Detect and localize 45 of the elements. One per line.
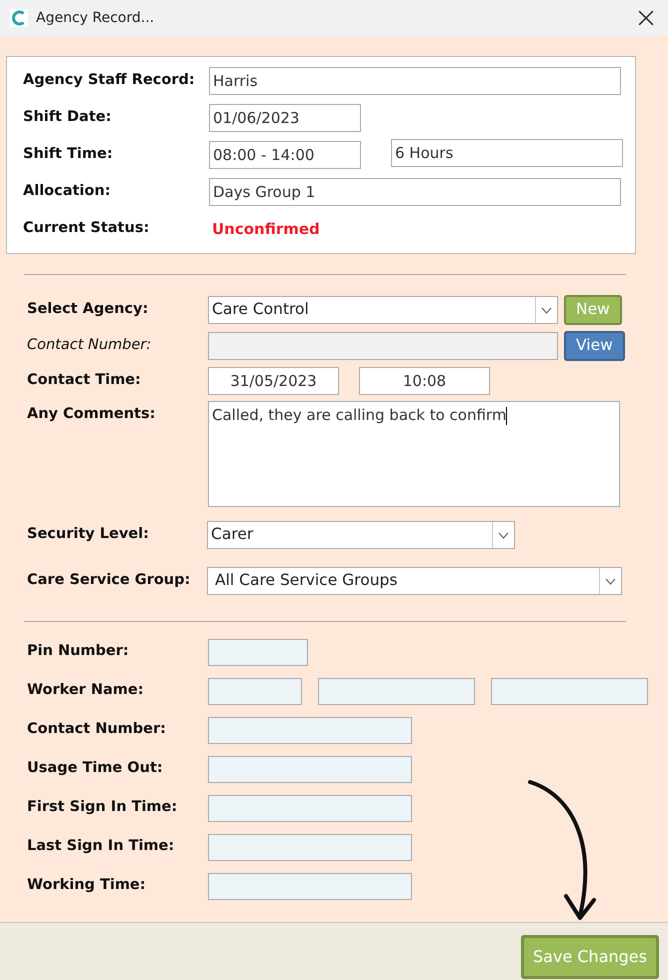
text-field[interactable]: 08:00 - 14:00 bbox=[209, 141, 361, 169]
text-field[interactable] bbox=[208, 794, 412, 822]
text-field[interactable] bbox=[318, 678, 475, 704]
field-label: Usage Time Out: bbox=[27, 759, 164, 778]
text-field[interactable] bbox=[208, 872, 412, 900]
text-field[interactable] bbox=[208, 638, 308, 666]
text-field[interactable] bbox=[208, 716, 412, 744]
close-icon[interactable] bbox=[638, 10, 654, 26]
comments-field[interactable]: Called, they are calling back to confirm bbox=[208, 401, 620, 507]
field-label: Security Level: bbox=[27, 525, 150, 544]
text-field[interactable] bbox=[208, 678, 302, 704]
text-field[interactable] bbox=[208, 834, 412, 860]
field-label: Shift Time: bbox=[23, 145, 114, 164]
field-label: Contact Number: bbox=[27, 720, 167, 740]
text-field[interactable]: Harris bbox=[209, 67, 621, 95]
text-field[interactable]: Days Group 1 bbox=[209, 178, 621, 206]
field-label: Working Time: bbox=[27, 876, 147, 896]
dropdown[interactable]: All Care Service Groups bbox=[207, 567, 622, 595]
field-label: Last Sign In Time: bbox=[27, 837, 176, 856]
field-label: Select Agency: bbox=[27, 300, 150, 320]
chevron-down-icon bbox=[498, 532, 509, 538]
app-logo-icon bbox=[10, 9, 28, 27]
text-field[interactable]: 01/06/2023 bbox=[209, 104, 361, 132]
chevron-down-icon bbox=[541, 306, 552, 314]
dropdown[interactable]: Carer bbox=[207, 521, 515, 549]
text-field[interactable]: 10:08 bbox=[359, 367, 490, 395]
status-text: Unconfirmed bbox=[212, 218, 320, 240]
field-label: Contact Number: bbox=[27, 336, 152, 356]
field-label: Worker Name: bbox=[27, 681, 145, 700]
field-label: First Sign In Time: bbox=[27, 798, 178, 818]
field-label: Current Status: bbox=[23, 219, 150, 238]
text-field[interactable] bbox=[208, 756, 412, 782]
field-label: Pin Number: bbox=[27, 642, 130, 662]
field-label: Any Comments: bbox=[27, 405, 156, 424]
text-field[interactable] bbox=[491, 678, 648, 704]
dropdown[interactable]: Care Control bbox=[208, 296, 558, 324]
text-field[interactable]: 31/05/2023 bbox=[208, 367, 339, 395]
field-label: Agency Staff Record: bbox=[23, 71, 196, 90]
field-label: Allocation: bbox=[23, 182, 112, 202]
chevron-down-icon bbox=[605, 578, 616, 584]
field-label: Shift Date: bbox=[23, 108, 112, 128]
text-field[interactable]: 6 Hours bbox=[391, 139, 623, 167]
field-label: Care Service Group: bbox=[27, 571, 192, 590]
window-title: Agency Record... bbox=[36, 8, 154, 28]
field-label: Contact Time: bbox=[27, 371, 142, 390]
